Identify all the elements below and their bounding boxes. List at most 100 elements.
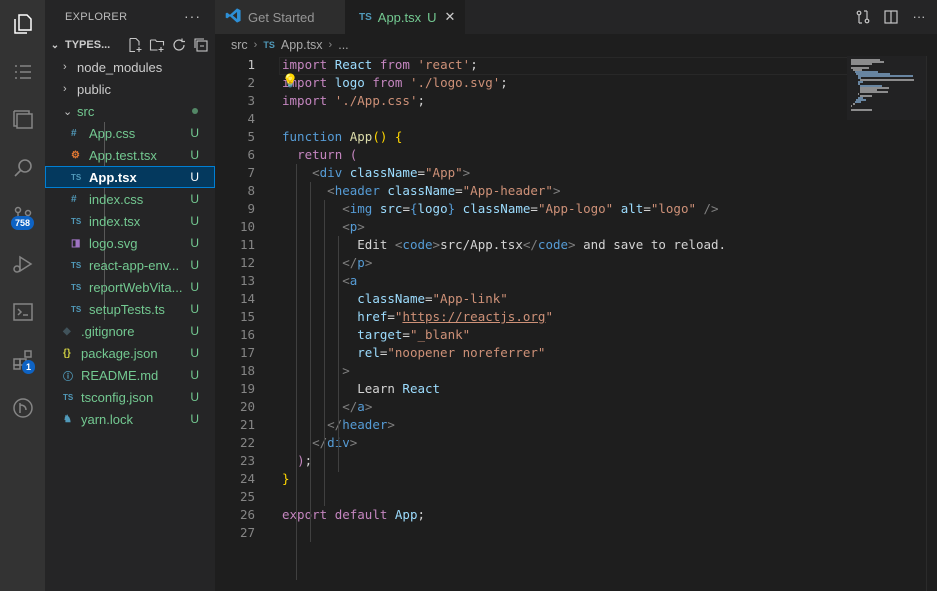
tree-item-label: yarn.lock <box>81 411 134 427</box>
list-icon[interactable] <box>0 48 45 96</box>
panels-icon[interactable] <box>0 96 45 144</box>
code-text: export default App; <box>282 507 426 522</box>
more-actions-icon[interactable]: ··· <box>184 8 201 24</box>
tab-app-tsx[interactable]: TS App.tsx U ✕ <box>345 0 465 34</box>
code-text: import React from 'react'; <box>282 57 478 72</box>
git-status: U <box>190 192 199 206</box>
line-number: 11 <box>239 237 255 252</box>
project-header[interactable]: ⌄ TYPES... <box>45 34 215 56</box>
chevron-right-icon: › <box>63 83 67 95</box>
tree-file-app-tsx[interactable]: TS App.tsx U <box>45 166 215 188</box>
explorer-icon[interactable] <box>0 0 45 48</box>
git-status: U <box>190 324 199 338</box>
git-status: U <box>190 148 199 162</box>
tree-file-setup-tests[interactable]: TS setupTests.ts U <box>45 298 215 320</box>
chevron-right-icon: › <box>328 39 333 51</box>
code-line[interactable]: 4 <box>215 110 847 128</box>
vertical-scrollbar[interactable] <box>926 56 927 591</box>
code-text: href="https://reactjs.org" <box>357 309 553 324</box>
line-number: 21 <box>239 417 255 432</box>
tree-file-react-app-env[interactable]: TS react-app-env... U <box>45 254 215 276</box>
tree-folder-public[interactable]: › public <box>45 78 215 100</box>
tree-item-label: App.test.tsx <box>89 147 157 163</box>
git-file-icon: ◆ <box>63 325 71 337</box>
breadcrumb: src › TS App.tsx › ... <box>215 34 937 56</box>
line-number: 6 <box>247 147 255 162</box>
tree-item-label: tsconfig.json <box>81 389 154 405</box>
collapse-all-icon[interactable] <box>193 37 209 53</box>
code-text: </div> <box>312 435 358 450</box>
indent-guide <box>296 164 297 580</box>
tree-folder-src[interactable]: ⌄ src <box>45 100 215 122</box>
code-line[interactable]: 1 import React from 'react'; <box>215 56 847 74</box>
code-line[interactable]: 6 return ( <box>215 146 847 164</box>
indent-guide <box>310 182 311 542</box>
chevron-down-icon: ⌄ <box>50 39 60 51</box>
breadcrumb-symbol[interactable]: ... <box>338 38 348 52</box>
code-text: } <box>282 471 290 486</box>
compare-changes-icon[interactable] <box>855 9 871 25</box>
tree-file-app-test[interactable]: ⚙ App.test.tsx U <box>45 144 215 166</box>
new-folder-icon[interactable] <box>149 37 165 53</box>
chevron-down-icon: ⌄ <box>63 105 73 118</box>
close-icon[interactable]: ✕ <box>445 9 456 25</box>
code-text: rel="noopener noreferrer" <box>357 345 546 360</box>
tree-file-tsconfig[interactable]: TS tsconfig.json U <box>45 386 215 408</box>
code-line[interactable]: 7 <div className="App"> <box>215 164 847 182</box>
tree-item-label: App.tsx <box>89 169 137 185</box>
code-editor[interactable]: 1 import React from 'react'; 2 import logo … <box>215 56 849 591</box>
tree-file-index-css[interactable]: # index.css U <box>45 188 215 210</box>
info-file-icon: ⓘ <box>63 371 73 383</box>
git-graph-icon[interactable] <box>0 384 45 432</box>
activity-bar: 758 1 <box>0 0 45 591</box>
tree-item-label: README.md <box>81 367 159 383</box>
search-icon[interactable] <box>0 144 45 192</box>
breadcrumb-file[interactable]: App.tsx <box>281 38 323 52</box>
git-status: U <box>190 390 199 404</box>
css-file-icon: # <box>71 193 77 205</box>
tsconfig-file-icon: TS <box>63 392 74 402</box>
tab-get-started[interactable]: Get Started <box>215 0 345 34</box>
code-text: return ( <box>297 147 358 162</box>
scm-badge: 758 <box>11 216 35 230</box>
terminal-icon[interactable] <box>0 288 45 336</box>
more-actions-icon[interactable]: ··· <box>911 9 927 25</box>
split-editor-icon[interactable] <box>883 9 899 25</box>
line-number: 4 <box>247 111 255 126</box>
lightbulb-icon[interactable]: 💡 <box>282 74 298 89</box>
line-number: 14 <box>239 291 255 306</box>
line-number: 19 <box>239 381 255 396</box>
file-tree: › node_modules › public ⌄ src # App.css … <box>45 56 215 430</box>
refresh-icon[interactable] <box>171 37 187 53</box>
run-debug-icon[interactable] <box>0 240 45 288</box>
code-line[interactable]: 2 import logo from './logo.svg'; <box>215 74 847 92</box>
tree-file-package-json[interactable]: {} package.json U <box>45 342 215 364</box>
code-text: ); <box>297 453 313 468</box>
explorer-header: EXPLORER ··· <box>45 0 215 34</box>
tree-file-index-tsx[interactable]: TS index.tsx U <box>45 210 215 232</box>
typescript-file-icon: TS <box>71 172 82 182</box>
tree-file-readme[interactable]: ⓘ README.md U <box>45 364 215 386</box>
code-line[interactable]: 3 import './App.css'; <box>215 92 847 110</box>
source-control-icon[interactable]: 758 <box>0 192 45 240</box>
code-text: function App() { <box>282 129 403 144</box>
tree-file-yarn-lock[interactable]: ♞ yarn.lock U <box>45 408 215 430</box>
tree-file-gitignore[interactable]: ◆ .gitignore U <box>45 320 215 342</box>
tree-folder-node-modules[interactable]: › node_modules <box>45 56 215 78</box>
tree-file-app-css[interactable]: # App.css U <box>45 122 215 144</box>
tree-item-label: react-app-env... <box>89 257 180 273</box>
minimap-line <box>851 109 872 111</box>
tree-file-logo-svg[interactable]: ◨ logo.svg U <box>45 232 215 254</box>
breadcrumb-folder[interactable]: src <box>231 38 248 52</box>
minimap[interactable] <box>847 56 937 591</box>
tree-item-label: index.css <box>89 191 144 207</box>
code-line[interactable]: 5 function App() { <box>215 128 847 146</box>
tree-file-report-web-vitals[interactable]: TS reportWebVita... U <box>45 276 215 298</box>
explorer-title: EXPLORER <box>65 11 128 23</box>
extensions-icon[interactable]: 1 <box>0 336 45 384</box>
new-file-icon[interactable] <box>127 37 143 53</box>
git-status: U <box>190 214 199 228</box>
line-number: 3 <box>247 93 255 108</box>
vscode-logo-icon <box>225 7 242 27</box>
git-status: U <box>190 126 199 140</box>
